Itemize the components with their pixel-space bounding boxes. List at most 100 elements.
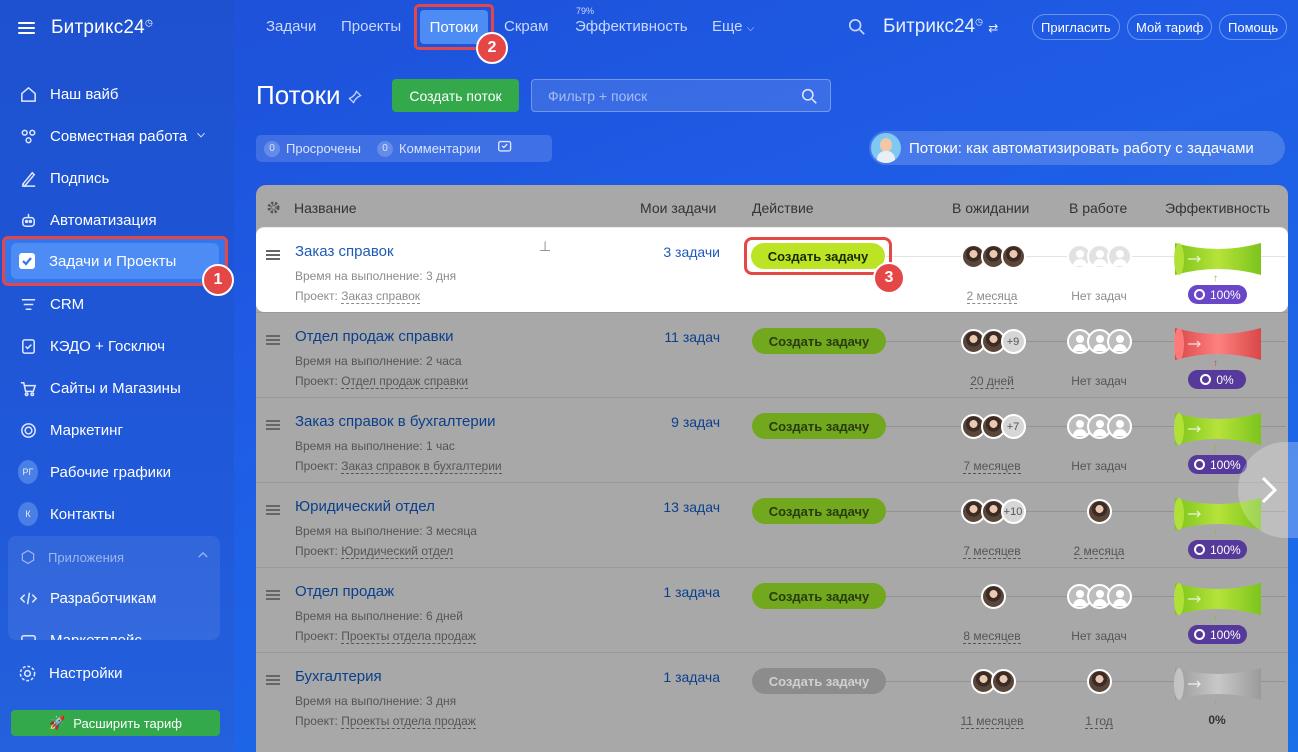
time-value: 3 дня xyxy=(425,269,457,283)
sidebar-settings[interactable]: Настройки xyxy=(18,664,123,683)
create-task-button[interactable]: Создать задачу xyxy=(752,413,886,439)
menu-burger-icon[interactable] xyxy=(18,22,35,34)
project-link[interactable]: Юридический отдел xyxy=(341,544,454,559)
user-avatar[interactable] xyxy=(1086,669,1112,694)
project-link[interactable]: Проекты отдела продаж xyxy=(341,629,476,644)
drag-handle-icon[interactable] xyxy=(266,420,280,430)
help-button[interactable]: Помощь xyxy=(1219,14,1288,40)
flow-name-link[interactable]: Заказ справок в бухгалтерии xyxy=(295,413,495,430)
collab-icon xyxy=(18,126,38,146)
create-task-button[interactable]: Создать задачу xyxy=(752,498,886,524)
chevron-down-icon[interactable] xyxy=(195,128,207,145)
user-avatar[interactable] xyxy=(990,669,1016,694)
pending-duration-value[interactable]: 20 дней xyxy=(970,374,1014,389)
flow-name-link[interactable]: Отдел продаж xyxy=(295,583,394,600)
pending-duration-value[interactable]: 2 месяца xyxy=(966,289,1018,304)
more-users-count[interactable]: +7 xyxy=(1000,414,1026,439)
search-icon[interactable] xyxy=(848,18,866,41)
sidebar-item-marketing[interactable]: Маркетинг xyxy=(0,409,234,451)
pending-duration-value[interactable]: 11 месяцев xyxy=(960,714,1024,729)
comments-filter[interactable]: Комментарии xyxy=(399,141,481,156)
drag-handle-icon[interactable] xyxy=(266,250,280,260)
tab-tasks[interactable]: Задачи xyxy=(266,18,316,35)
sidebar-item-signature[interactable]: Подпись xyxy=(0,157,234,199)
sidebar-item-kedo[interactable]: КЭДО + Госключ xyxy=(0,325,234,367)
user-avatar[interactable] xyxy=(1086,499,1112,524)
my-tasks-link[interactable]: 9 задач xyxy=(600,414,720,430)
sidebar-item-tasks[interactable]: Задачи и Проекты xyxy=(11,243,219,279)
table-row[interactable]: Отдел продаж Время на выполнение: 6 дней П… xyxy=(256,567,1288,652)
my-tariff-button[interactable]: Мой тариф xyxy=(1127,14,1213,40)
pending-duration-value[interactable]: 7 месяцев xyxy=(963,544,1021,559)
table-row[interactable]: Юридический отдел Время на выполнение: 3 … xyxy=(256,482,1288,567)
sidebar-item-collab[interactable]: Совместная работа xyxy=(0,115,234,157)
presenter-avatar xyxy=(871,133,901,163)
sidebar-item-schedules[interactable]: РГ Рабочие графики xyxy=(0,451,234,493)
project-link[interactable]: Проекты отдела продаж xyxy=(341,714,476,729)
filter-search[interactable] xyxy=(531,79,831,112)
brand-logo[interactable]: Битрикс24◷ xyxy=(51,17,153,39)
my-tasks-link[interactable]: 11 задач xyxy=(600,329,720,345)
more-users-count[interactable]: +10 xyxy=(1000,499,1026,524)
sidebar-item-sites[interactable]: Сайты и Магазины xyxy=(0,367,234,409)
sidebar-item-contacts[interactable]: К Контакты xyxy=(0,493,234,535)
create-task-highlight[interactable]: Создать задачу xyxy=(744,237,892,275)
my-tasks-link[interactable]: 3 задачи xyxy=(600,244,720,260)
drag-handle-icon[interactable] xyxy=(266,335,280,345)
project-link[interactable]: Отдел продаж справки xyxy=(341,374,469,389)
sidebar-item-tasks-highlight[interactable]: Задачи и Проекты xyxy=(2,236,228,286)
in-work-duration-value[interactable]: 2 месяца xyxy=(1073,544,1125,559)
upgrade-tariff-button[interactable]: 🚀 Расширить тариф xyxy=(11,710,220,736)
promo-video-banner[interactable]: Потоки: как автоматизировать работу с за… xyxy=(869,131,1285,165)
col-name[interactable]: Название xyxy=(294,200,357,216)
pending-duration-value[interactable]: 8 месяцев xyxy=(963,629,1021,644)
more-users-count[interactable]: +9 xyxy=(1000,329,1026,354)
sidebar-item-automation[interactable]: Автоматизация xyxy=(0,199,234,241)
my-tasks-link[interactable]: 13 задач xyxy=(600,499,720,515)
col-my-tasks[interactable]: Мои задачи xyxy=(640,200,716,216)
table-row[interactable]: Заказ справок в бухгалтерии Время на выпо… xyxy=(256,397,1288,482)
in-work-avatars xyxy=(1066,244,1132,269)
table-settings-gear-icon[interactable] xyxy=(266,200,281,218)
in-work-duration-value[interactable]: 1 год xyxy=(1085,714,1113,729)
tab-more[interactable]: Еще ⌵ xyxy=(712,18,754,35)
invite-button[interactable]: Пригласить xyxy=(1032,14,1120,40)
pending-duration-value[interactable]: 7 месяцев xyxy=(963,459,1021,474)
flow-name-link[interactable]: Бухгалтерия xyxy=(295,668,382,685)
chevron-up-icon[interactable] xyxy=(196,548,210,567)
tab-efficiency[interactable]: Эффективность xyxy=(575,18,688,35)
project-link[interactable]: Заказ справок xyxy=(341,289,421,304)
flow-name-link[interactable]: Отдел продаж справки xyxy=(295,328,454,345)
project-link[interactable]: Заказ справок в бухгалтерии xyxy=(341,459,502,474)
sidebar-item-vibe[interactable]: Наш вайб xyxy=(0,73,234,115)
create-task-button[interactable]: Создать задачу xyxy=(751,243,885,269)
read-all-icon[interactable] xyxy=(497,139,514,159)
create-task-button[interactable]: Создать задачу xyxy=(752,668,886,694)
create-task-button[interactable]: Создать задачу xyxy=(752,583,886,609)
drag-handle-icon[interactable] xyxy=(266,505,280,515)
tab-projects[interactable]: Проекты xyxy=(341,18,401,35)
sidebar-item-developers[interactable]: Разработчикам xyxy=(8,577,220,619)
overdue-filter[interactable]: Просрочены xyxy=(286,141,361,156)
tab-scrum[interactable]: Скрам xyxy=(504,18,548,35)
sidebar-item-crm[interactable]: CRM xyxy=(0,283,234,325)
drag-handle-icon[interactable] xyxy=(266,675,280,685)
sidebar-item-marketplace[interactable]: Маркетплейс xyxy=(8,619,220,640)
user-avatar[interactable] xyxy=(1000,244,1026,269)
my-tasks-link[interactable]: 1 задача xyxy=(600,584,720,600)
user-avatar[interactable] xyxy=(980,584,1006,609)
search-icon[interactable] xyxy=(801,88,818,108)
pinned-icon[interactable]: ⊥ xyxy=(539,238,551,255)
table-row[interactable]: Бухгалтерия Время на выполнение: 3 дня Про… xyxy=(256,652,1288,737)
table-row[interactable]: Отдел продаж справки Время на выполнение:… xyxy=(256,312,1288,397)
create-task-button[interactable]: Создать задачу xyxy=(752,328,886,354)
create-flow-button[interactable]: Создать поток xyxy=(392,79,519,112)
pin-icon[interactable] xyxy=(348,90,362,109)
flow-name-link[interactable]: Юридический отдел xyxy=(295,498,435,515)
filter-search-input[interactable] xyxy=(548,87,788,104)
flow-name-link[interactable]: Заказ справок xyxy=(295,243,394,260)
my-tasks-link[interactable]: 1 задача xyxy=(600,669,720,685)
drag-handle-icon[interactable] xyxy=(266,590,280,600)
top-brand-logo[interactable]: Битрикс24◷ ⇄ xyxy=(883,16,998,38)
table-row[interactable]: Заказ справок Время на выполнение: 3 дня П… xyxy=(256,227,1288,312)
